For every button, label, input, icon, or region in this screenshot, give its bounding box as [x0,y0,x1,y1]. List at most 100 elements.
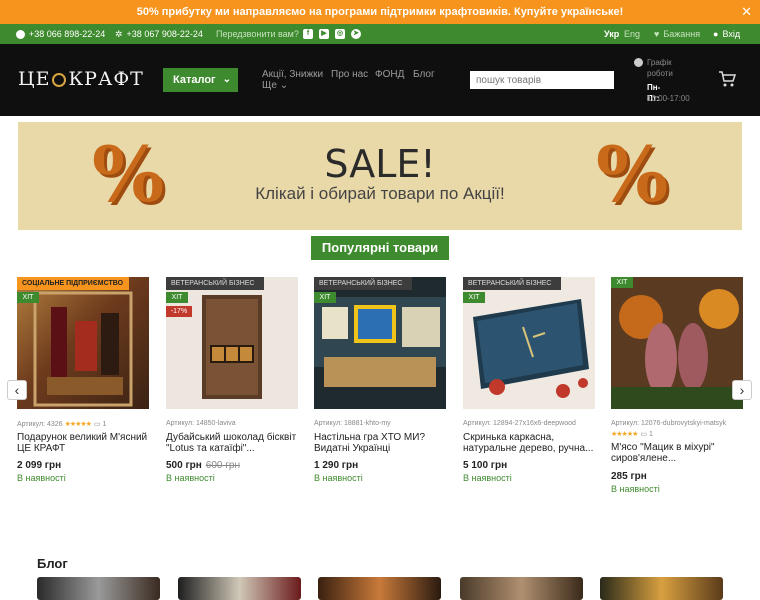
youtube-icon[interactable]: ▶ [319,29,329,39]
product-name[interactable]: Дубайський шоколад бісквіт "Lotus та кат… [166,432,298,454]
nav-blog[interactable]: Блог [413,69,435,80]
product-sku: Артикул: 12076-dubrovytskyi-matsyk [611,420,727,427]
discount-badge: -17% [166,306,192,317]
blog-thumb[interactable] [600,577,723,600]
blog-thumb[interactable] [37,577,160,600]
price-current: 5 100 грн [463,460,508,471]
banner-subtitle: Клікай і обирай товари по Акції! [255,184,505,203]
product-sku: Артикул: 18881-khto-my [314,420,391,427]
product-name[interactable]: Настільна гра ХТО МИ? Видатні Українці [314,432,446,454]
banner-title: SALE! [324,142,436,186]
product-meta: Артикул: 12076-dubrovytskyi-matsyk [611,420,726,427]
wishlist-link[interactable]: ♥ Бажання [654,24,700,44]
user-icon: ● [713,29,719,39]
availability: В наявності [17,473,66,483]
price-current: 2 099 грн [17,460,62,471]
catalog-button[interactable]: Каталог ⌄ [163,68,238,92]
lang-eng[interactable]: Eng [624,24,640,44]
blog-thumb[interactable] [460,577,583,600]
product-price: 2 099 грн [17,460,61,471]
hit-badge: ХІТ [314,292,336,303]
popular-products-button[interactable]: Популярні товари [311,236,449,260]
product-sku: Артикул: 14850-laviva [166,420,236,427]
product-price: 500 грн 600 грн [166,460,240,471]
instagram-icon[interactable]: ◎ [335,29,345,39]
comment-count: 1 [102,421,107,428]
hit-badge: ХІТ [166,292,188,303]
phone-2[interactable]: ✲ +38 067 908-22-24 [115,24,203,44]
nav-about[interactable]: Про нас [331,69,368,80]
hit-badge: ХІТ [611,277,633,288]
rating-stars: ★★★★★ [611,431,638,438]
comment-icon: ▭ [93,421,101,428]
site-logo[interactable]: ЦЕ КРАФТ [18,68,144,90]
chevron-left-icon: ‹ [14,382,20,398]
wishlist-text: Бажання [663,29,701,39]
veteran-business-badge: ВЕТЕРАНСЬКИЙ БІЗНЕС [463,277,561,290]
carousel-prev-button[interactable]: ‹ [7,380,27,400]
schedule-hours: 10:00-17:00 [647,94,690,103]
product-sku: Артикул: 12894-27x16x6-deepwood [463,420,576,427]
callback-link[interactable]: Передзвонити вам? [216,24,299,44]
availability: В наявності [314,473,363,483]
callback-text: Передзвонити вам? [216,29,299,39]
catalog-label: Каталог [173,74,216,86]
product-image[interactable]: ВЕТЕРАНСЬКИЙ БІЗНЕС ХІТ -17% [166,277,298,409]
product-price: 5 100 грн [463,460,507,471]
product-price: 285 грн [611,471,647,482]
product-name[interactable]: Подарунок великий М'ясний ЦЕ КРАФТ [17,432,149,454]
price-current: 500 грн [166,460,202,471]
nav-fund[interactable]: ФОНД [375,69,404,80]
price-current: 1 290 грн [314,460,359,471]
nav-sales[interactable]: Акції, Знижки [262,69,323,80]
lang-ukr[interactable]: Укр [604,24,619,44]
availability: В наявності [611,484,660,494]
star-icon: ✲ [115,29,123,39]
veteran-business-badge: ВЕТЕРАНСЬКИЙ БІЗНЕС [166,277,264,290]
price-old: 600 грн [205,460,240,471]
price-current: 285 грн [611,471,647,482]
facebook-icon[interactable]: f [303,29,313,39]
lang-ukr-text: Укр [604,29,620,39]
phone-1[interactable]: +38 066 898-22-24 [16,24,105,44]
carousel-next-button[interactable]: › [732,380,752,400]
viber-icon [16,29,25,39]
close-icon[interactable]: ✕ [741,0,752,24]
sale-banner[interactable]: % % SALE! Клікай і обирай товари по Акці… [18,122,742,230]
product-image[interactable]: ВЕТЕРАНСЬКИЙ БІЗНЕС ХІТ [314,277,446,409]
heart-icon: ♥ [654,29,660,39]
hit-badge: ХІТ [463,292,485,303]
product-name[interactable]: М'ясо "Мацик в міхурі" сиров'ялене... [611,442,743,464]
availability: В наявності [166,473,215,483]
product-image[interactable]: СОЦІАЛЬНЕ ПІДПРИЄМСТВО ХІТ [17,277,149,409]
blog-thumb[interactable] [178,577,301,600]
chevron-down-icon: ⌄ [222,74,231,85]
product-meta: Артикул: 14850-laviva [166,420,236,427]
product-image[interactable]: ХІТ [611,277,743,409]
login-text: Вхід [722,29,741,39]
product-sku: Артикул: 4326 [17,421,63,428]
comment-icon: ▭ [640,431,648,438]
blog-thumb[interactable] [318,577,441,600]
logo-left: ЦЕ [18,68,51,90]
login-link[interactable]: ● Вхід [713,24,740,44]
phone-2-text: +38 067 908-22-24 [126,29,203,39]
promo-text: 50% прибутку ми направляємо на програми … [136,6,624,18]
phone-1-text: +38 066 898-22-24 [29,29,106,39]
product-name[interactable]: Скринька каркасна, натуральне дерево, ру… [463,432,595,454]
site-header: ЦЕ КРАФТ Каталог ⌄ Акції, Знижки Про нас … [0,44,760,116]
availability: В наявності [463,473,512,483]
telegram-icon[interactable]: ➤ [351,29,361,39]
social-enterprise-badge: СОЦІАЛЬНЕ ПІДПРИЄМСТВО [17,277,129,290]
logo-right: КРАФТ [68,68,144,90]
veteran-business-badge: ВЕТЕРАНСЬКИЙ БІЗНЕС [314,277,412,290]
clock-icon [634,58,643,67]
search-input[interactable] [470,71,614,89]
comment-count: 1 [648,431,653,438]
product-image[interactable]: ВЕТЕРАНСЬКИЙ БІЗНЕС ХІТ [463,277,595,409]
schedule-label: Графік роботи [647,58,673,78]
nav-more-label: Ще [262,80,277,91]
product-rating: ★★★★★ ▭ 1 [611,430,653,438]
cart-icon[interactable] [718,70,737,88]
nav-more[interactable]: Ще ⌄ [262,80,288,91]
